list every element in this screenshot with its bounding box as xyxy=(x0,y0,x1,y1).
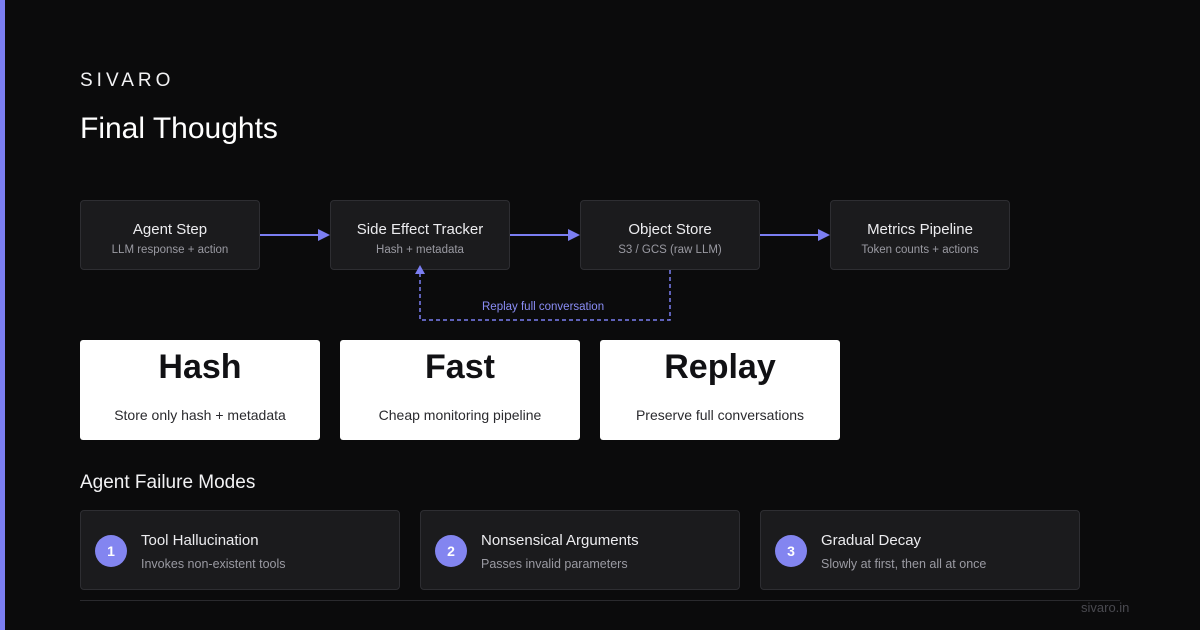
failure-mode-gradual-decay: 3 Gradual Decay Slowly at first, then al… xyxy=(760,510,1080,590)
replay-label: Replay full conversation xyxy=(482,301,605,313)
number-badge: 2 xyxy=(435,535,467,567)
failure-mode-subtitle: Slowly at first, then all at once xyxy=(821,557,987,571)
footer-divider xyxy=(80,600,1120,601)
footer-url[interactable]: sivaro.in xyxy=(1081,600,1129,615)
arrow-agent-to-tracker xyxy=(260,229,330,241)
card-title: Fast xyxy=(425,348,495,386)
arrow-store-to-metrics xyxy=(760,229,830,241)
number-badge: 3 xyxy=(775,535,807,567)
failure-mode-title: Tool Hallucination xyxy=(141,532,259,549)
card-subtitle: Cheap monitoring pipeline xyxy=(378,407,542,423)
flow-arrows xyxy=(260,229,830,321)
failure-mode-title: Nonsensical Arguments xyxy=(481,532,639,549)
card-replay: Replay Preserve full conversations xyxy=(600,340,840,440)
failure-mode-title: Gradual Decay xyxy=(821,532,922,549)
arrow-tracker-to-store xyxy=(510,229,580,241)
number-badge: 1 xyxy=(95,535,127,567)
section-title-failure-modes: Agent Failure Modes xyxy=(80,472,256,493)
card-title: Replay xyxy=(664,348,776,386)
card-hash: Hash Store only hash + metadata xyxy=(80,340,320,440)
card-subtitle: Preserve full conversations xyxy=(635,407,805,423)
card-subtitle: Store only hash + metadata xyxy=(114,407,286,423)
failure-mode-tool-hallucination: 1 Tool Hallucination Invokes non-existen… xyxy=(80,510,400,590)
failure-mode-subtitle: Passes invalid parameters xyxy=(481,557,628,571)
failure-mode-nonsensical-arguments: 2 Nonsensical Arguments Passes invalid p… xyxy=(420,510,740,590)
card-title: Hash xyxy=(158,348,242,386)
card-fast: Fast Cheap monitoring pipeline xyxy=(340,340,580,440)
failure-mode-subtitle: Invokes non-existent tools xyxy=(141,557,286,571)
